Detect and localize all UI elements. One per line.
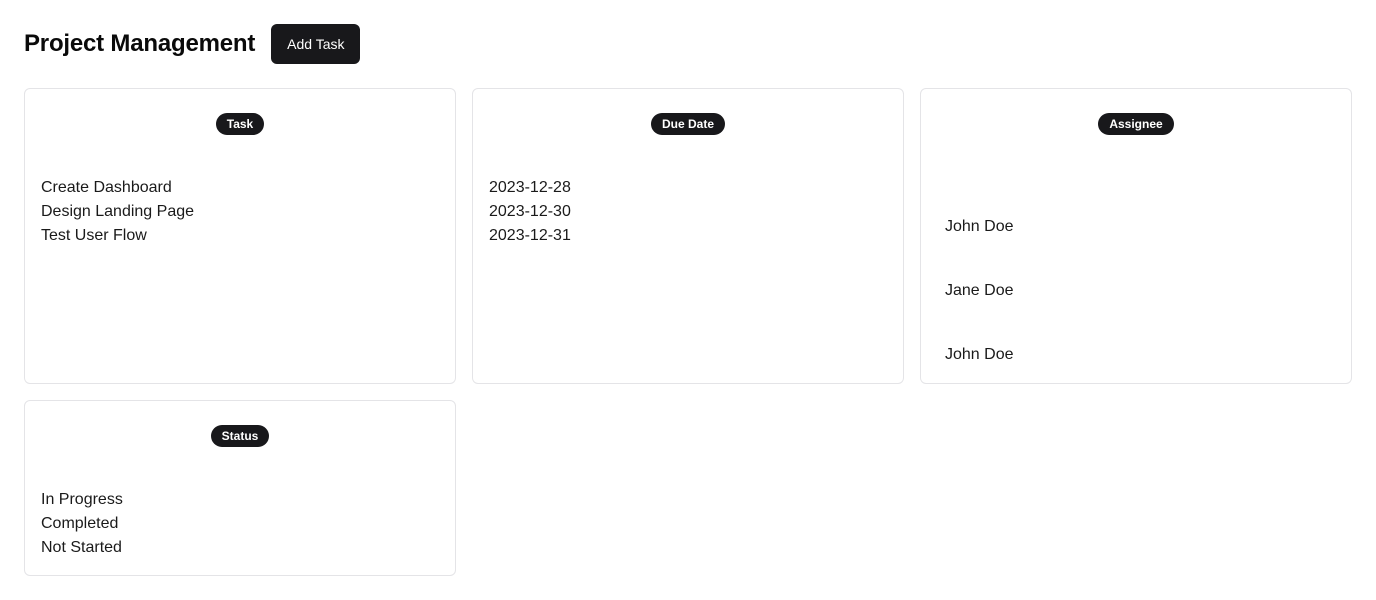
list-item: In Progress — [41, 491, 123, 508]
task-list: Create Dashboard Design Landing Page Tes… — [41, 176, 194, 248]
page-title: Project Management — [24, 30, 256, 57]
assignee-badge: Assignee — [1098, 113, 1174, 135]
assignee-card: Assignee John Doe Jane Doe John Doe — [920, 88, 1352, 384]
list-item: John Doe — [945, 218, 1014, 235]
due-date-list: 2023-12-28 2023-12-30 2023-12-31 — [489, 176, 571, 248]
status-list: In Progress Completed Not Started — [41, 488, 123, 560]
due-date-badge: Due Date — [650, 113, 725, 135]
task-card: Task Create Dashboard Design Landing Pag… — [24, 88, 456, 384]
task-badge: Task — [215, 113, 265, 135]
page-header: Project Management Add Task — [24, 24, 361, 64]
due-date-card: Due Date 2023-12-28 2023-12-30 2023-12-3… — [472, 88, 904, 384]
list-item: Create Dashboard — [41, 179, 172, 196]
list-item: 2023-12-31 — [489, 227, 571, 244]
status-card: Status In Progress Completed Not Started — [24, 400, 456, 576]
list-item: John Doe — [945, 346, 1014, 363]
list-item: Jane Doe — [945, 282, 1014, 299]
status-badge: Status — [210, 425, 270, 447]
add-task-button[interactable]: Add Task — [271, 24, 361, 64]
list-item: Design Landing Page — [41, 203, 195, 220]
list-item: Test User Flow — [41, 227, 147, 244]
assignee-list: John Doe Jane Doe John Doe — [945, 215, 1014, 407]
list-item: 2023-12-28 — [489, 179, 571, 196]
list-item: Not Started — [41, 539, 122, 556]
list-item: Completed — [41, 515, 119, 532]
list-item: 2023-12-30 — [489, 203, 571, 220]
